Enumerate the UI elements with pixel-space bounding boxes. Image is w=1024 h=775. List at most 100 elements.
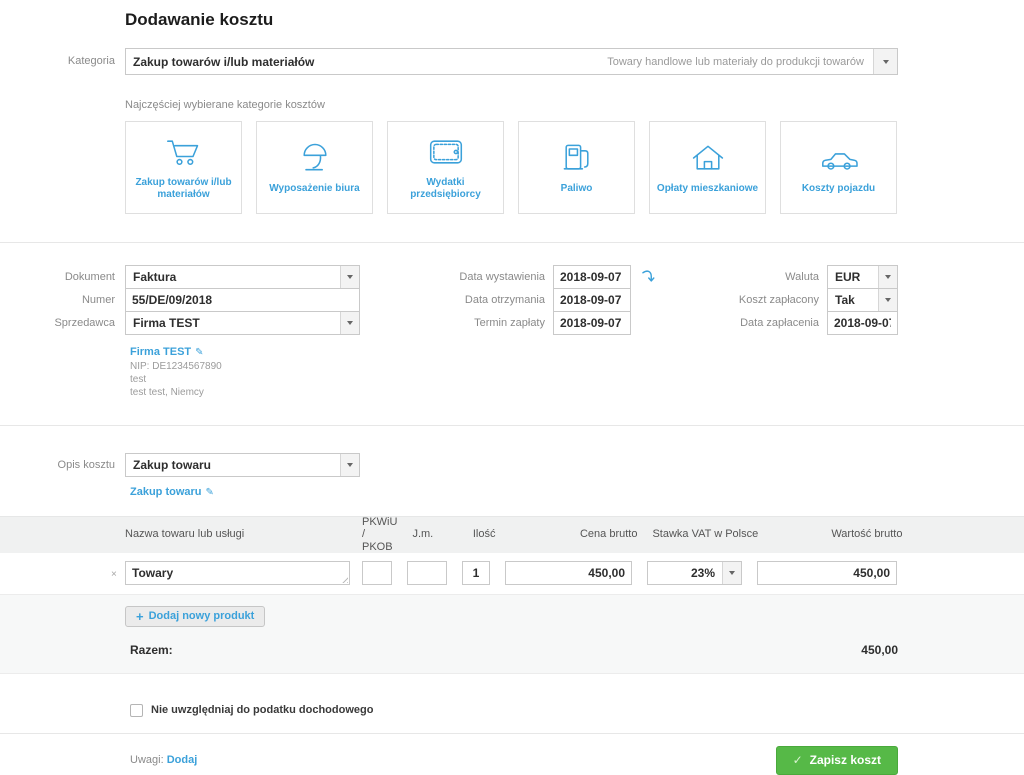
category-hint: Towary handlowe lub materiały do produkc… <box>607 49 873 74</box>
chevron-down-icon <box>340 266 359 288</box>
cost-description-edit-link[interactable]: Zakup towaru <box>130 486 202 498</box>
remove-row-icon[interactable]: × <box>111 569 117 580</box>
tile-label: Koszty pojazdu <box>796 183 881 196</box>
currency-value: EUR <box>828 266 878 288</box>
seller-details: Firma TEST ✎ NIP: DE1234567890 test test … <box>130 344 1024 399</box>
cart-icon <box>163 134 205 170</box>
category-select[interactable]: Zakup towarów i/lub materiałów Towary ha… <box>125 48 898 75</box>
income-tax-checkbox[interactable] <box>130 704 143 717</box>
car-icon <box>818 140 860 176</box>
document-section: Dokument Faktura Data wystawienia <box>0 243 1024 399</box>
cost-description-label: Opis kosztu <box>0 453 125 477</box>
tile-label: Wyposażenie biura <box>263 183 365 196</box>
document-type-value: Faktura <box>126 266 340 288</box>
col-qty-header: Ilość <box>467 528 495 541</box>
tiles-caption: Najczęściej wybierane kategorie kosztów <box>125 99 1024 111</box>
document-number-input[interactable] <box>125 288 360 312</box>
add-cost-page: Dodawanie kosztu Kategoria Zakup towarów… <box>0 0 1024 768</box>
chevron-down-icon <box>340 312 359 334</box>
description-section: Opis kosztu Zakup towaru Zakup towaru ✎ <box>0 426 1024 498</box>
notes-label: Uwagi: <box>130 754 164 766</box>
add-product-button[interactable]: + Dodaj nowy produkt <box>125 606 265 627</box>
save-cost-label: Zapisz koszt <box>810 753 881 767</box>
product-name-input[interactable] <box>125 561 350 585</box>
income-tax-label: Nie uwzględniaj do podatku dochodowego <box>151 704 373 716</box>
edit-pencil-icon[interactable]: ✎ <box>206 487 214 498</box>
income-tax-row: Nie uwzględniaj do podatku dochodowego <box>130 704 1024 717</box>
tile-paliwo[interactable]: Paliwo <box>518 121 635 214</box>
chevron-down-icon <box>340 454 359 476</box>
currency-label: Waluta <box>631 265 827 289</box>
col-price-header: Cena brutto <box>510 528 637 541</box>
seller-value: Firma TEST <box>126 312 340 334</box>
tile-label: Wydatki przedsiębiorcy <box>388 177 503 202</box>
vat-rate-value: 23% <box>648 562 722 584</box>
unit-input[interactable] <box>407 561 447 585</box>
document-type-label: Dokument <box>0 265 125 289</box>
seller-nip: NIP: DE1234567890 <box>130 360 1024 373</box>
issue-date-input[interactable] <box>553 265 631 289</box>
paid-date-label: Data zapłacenia <box>631 311 827 335</box>
cost-paid-value: Tak <box>828 289 878 311</box>
desk-lamp-icon <box>294 140 336 176</box>
house-icon <box>687 140 729 176</box>
chevron-down-icon <box>722 562 741 584</box>
seller-label: Sprzedawca <box>0 311 125 335</box>
col-name-header: Nazwa towaru lub usługi <box>125 528 350 541</box>
quantity-input[interactable] <box>462 561 490 585</box>
tile-wyposazenie-biura[interactable]: Wyposażenie biura <box>256 121 373 214</box>
page-title: Dodawanie kosztu <box>0 0 1024 30</box>
tile-koszty-pojazdu[interactable]: Koszty pojazdu <box>780 121 897 214</box>
notes-add-link[interactable]: Dodaj <box>167 754 198 766</box>
gross-price-input[interactable] <box>505 561 632 585</box>
seller-name-link[interactable]: Firma TEST <box>130 346 191 358</box>
gross-value-input[interactable] <box>757 561 897 585</box>
refresh-icon[interactable] <box>641 269 655 287</box>
tile-zakup-towarow[interactable]: Zakup towarów i/lub materiałów <box>125 121 242 214</box>
products-summary-band: + Dodaj nowy produkt Razem: 450,00 <box>0 594 1024 674</box>
category-label: Kategoria <box>0 48 125 75</box>
total-value: 450,00 <box>861 643 898 657</box>
tile-label: Zakup towarów i/lub materiałów <box>126 177 241 202</box>
wallet-icon <box>425 134 467 170</box>
receive-date-label: Data otrzymania <box>360 288 553 312</box>
add-product-label: Dodaj nowy produkt <box>149 610 255 622</box>
pkwiu-input[interactable] <box>362 561 392 585</box>
paid-date-input[interactable] <box>827 311 898 335</box>
chevron-down-icon <box>878 266 897 288</box>
issue-date-label: Data wystawienia <box>360 265 553 289</box>
cost-description-select[interactable]: Zakup towaru <box>125 453 360 477</box>
save-cost-button[interactable]: ✓ Zapisz koszt <box>776 746 898 775</box>
category-row: Kategoria Zakup towarów i/lub materiałów… <box>0 48 1024 75</box>
cost-paid-label: Koszt zapłacony <box>631 288 827 312</box>
fuel-pump-icon <box>556 140 598 176</box>
vat-rate-select[interactable]: 23% <box>647 561 742 585</box>
receive-date-input[interactable] <box>553 288 631 312</box>
chevron-down-icon <box>878 289 897 311</box>
footer-row: Uwagi: Dodaj ✓ Zapisz koszt <box>0 734 1024 775</box>
category-tiles: Zakup towarów i/lub materiałów Wyposażen… <box>125 121 898 214</box>
plus-icon: + <box>136 610 144 623</box>
col-pkwiu-header: PKWiU / PKOB <box>362 516 397 554</box>
total-label: Razem: <box>130 643 173 657</box>
document-number-label: Numer <box>0 288 125 312</box>
col-unit-header: J.m. <box>412 528 452 541</box>
seller-select[interactable]: Firma TEST <box>125 311 360 335</box>
tile-oplaty-mieszkaniowe[interactable]: Opłaty mieszkaniowe <box>649 121 766 214</box>
currency-select[interactable]: EUR <box>827 265 898 289</box>
cost-description-value: Zakup towaru <box>126 454 340 476</box>
edit-pencil-icon[interactable]: ✎ <box>195 347 203 358</box>
product-row: × 23% <box>0 553 1024 594</box>
tile-label: Opłaty mieszkaniowe <box>651 183 764 196</box>
due-date-input[interactable] <box>553 311 631 335</box>
col-vat-header: Stawka VAT w Polsce <box>652 528 747 541</box>
tile-label: Paliwo <box>555 183 599 196</box>
document-type-select[interactable]: Faktura <box>125 265 360 289</box>
cost-paid-select[interactable]: Tak <box>827 288 898 312</box>
seller-address-line: test test, Niemcy <box>130 386 1024 399</box>
col-value-header: Wartość brutto <box>762 528 902 541</box>
due-date-label: Termin zapłaty <box>360 311 553 335</box>
chevron-down-icon <box>873 49 897 74</box>
seller-address-line: test <box>130 373 1024 386</box>
tile-wydatki-przedsiebiorcy[interactable]: Wydatki przedsiębiorcy <box>387 121 504 214</box>
